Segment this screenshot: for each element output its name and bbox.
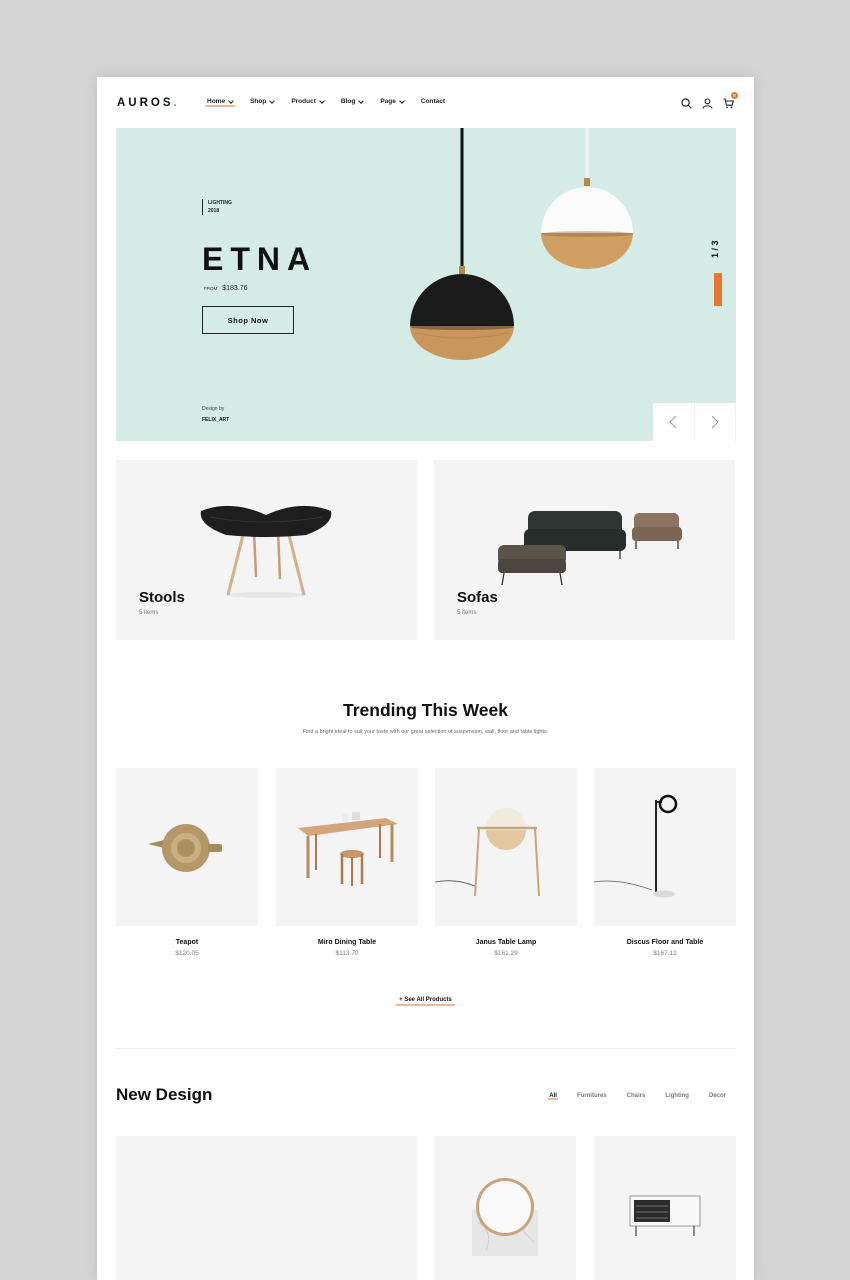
trending-title: Trending This Week <box>343 700 508 720</box>
table-lamp-image <box>435 808 540 897</box>
hero-category-year: 2018 <box>208 208 220 214</box>
product-name: Discus Floor and Table <box>626 939 704 946</box>
hero-slider: LIGHTING 2018 ETNA FROM $183.76 Shop Now … <box>116 128 736 441</box>
product-price: $120.05 <box>175 950 199 957</box>
floor-lamp-image <box>594 794 678 898</box>
nav-item-blog[interactable]: Blog <box>340 97 365 105</box>
dining-table-image <box>298 812 398 886</box>
category-name: Sofas <box>457 589 498 606</box>
chevron-down-icon <box>358 97 365 104</box>
teapot-image <box>148 824 222 872</box>
nav-item-contact[interactable]: Contact <box>421 98 445 105</box>
product-price: $161.29 <box>494 950 518 957</box>
nav-item-home[interactable]: Home <box>204 97 236 107</box>
nav-label: Contact <box>420 98 446 105</box>
user-icon[interactable] <box>702 96 713 109</box>
hero-credit: Design by FELIX_ART <box>202 404 229 426</box>
see-all-products: + See All Products <box>97 997 754 1006</box>
hero-title: ETNA <box>202 241 318 277</box>
chevron-down-icon <box>399 97 405 104</box>
hero-price-value: $183.76 <box>222 285 248 292</box>
product-name: Janus Table Lamp <box>475 939 537 946</box>
product-name: Miro Dining Table <box>317 939 377 946</box>
trending-subtitle: Find a bright ideal to suit your taste w… <box>302 729 549 735</box>
nav-item-shop[interactable]: Shop <box>250 97 276 105</box>
category-card-sofas[interactable]: Sofas 5 items <box>434 460 735 640</box>
product-card-miro-dining-table[interactable]: Miro Dining Table $113.70 <box>276 768 418 957</box>
new-design-title: New Design <box>116 1085 213 1104</box>
nav-label: Blog <box>340 98 356 105</box>
product-image <box>276 768 418 926</box>
filter-tab-all[interactable]: All <box>548 1093 558 1100</box>
nav-label: Page <box>380 98 396 105</box>
hero-price: FROM $183.76 <box>204 285 248 292</box>
shop-now-button[interactable]: Shop Now <box>202 306 294 334</box>
new-design-card-sideboard[interactable] <box>594 1136 736 1280</box>
hero-category: LIGHTING 2018 <box>202 199 232 215</box>
section-divider <box>116 1048 736 1049</box>
category-count: 5 items <box>457 610 477 616</box>
product-price: $113.70 <box>335 950 359 957</box>
nav-label: Product <box>291 98 316 105</box>
slide-progress-bar <box>714 273 722 306</box>
chevron-right-icon <box>711 415 719 429</box>
slide-counter: 1 / 3 <box>710 240 720 258</box>
chevron-left-icon <box>669 415 677 429</box>
hero-lamps-image <box>410 128 633 360</box>
category-count: 5 items <box>139 610 159 616</box>
chevron-down-icon <box>319 97 325 104</box>
see-all-products-link[interactable]: + See All Products <box>396 997 455 1006</box>
nav-label: Home <box>207 98 226 105</box>
category-name: Stools <box>139 589 185 606</box>
hero-price-from: FROM <box>204 286 218 291</box>
sideboard-image <box>629 1195 701 1236</box>
nav-item-product[interactable]: Product <box>291 97 325 105</box>
slider-arrows <box>653 403 736 441</box>
prev-slide-button[interactable] <box>653 403 695 441</box>
next-slide-button[interactable] <box>695 403 736 441</box>
product-image <box>116 768 258 926</box>
new-design-card-large[interactable] <box>116 1136 417 1280</box>
sofa-image <box>498 511 682 586</box>
cart-count-badge: 0 <box>731 92 738 99</box>
stool-image <box>200 505 332 598</box>
page: AUROS. Home Shop Product Blog Page Conta… <box>97 77 754 1280</box>
hero-category-name: LIGHTING <box>208 200 232 206</box>
product-image <box>435 768 577 926</box>
new-design-card-mirror[interactable] <box>434 1136 576 1280</box>
chevron-down-icon <box>269 97 276 104</box>
logo-dot: . <box>173 97 180 109</box>
chevron-down-icon <box>228 97 234 104</box>
product-card-discus-floor-table[interactable]: Discus Floor and Table $167.12 <box>594 768 736 957</box>
cart-icon[interactable]: 0 <box>723 92 738 109</box>
product-card-teapot[interactable]: Teapot $120.05 <box>116 768 258 957</box>
product-image <box>594 768 736 926</box>
filter-tab-lighting[interactable]: Lighting <box>665 1093 689 1099</box>
category-card-stools[interactable]: Stools 5 items <box>116 460 417 640</box>
search-icon[interactable] <box>681 96 692 109</box>
product-name: Teapot <box>175 939 199 946</box>
new-design-filter-tabs: All Furnitures Chairs Lighting Decor <box>529 1093 726 1100</box>
nav-label: Shop <box>250 98 267 105</box>
hero-credit-label: Design by <box>202 406 225 412</box>
logo[interactable]: AUROS. <box>117 97 180 109</box>
header-actions: 0 <box>681 92 738 109</box>
filter-tab-decor[interactable]: Decor <box>709 1093 726 1099</box>
product-price: $167.12 <box>653 950 677 957</box>
hero-credit-name: FELIX_ART <box>202 417 230 423</box>
nav-item-page[interactable]: Page <box>380 97 405 105</box>
main-nav: Home Shop Product Blog Page Contact <box>204 97 462 107</box>
logo-text: AUROS <box>117 97 174 109</box>
filter-tab-furnitures[interactable]: Furnitures <box>577 1093 607 1099</box>
site-header: AUROS. Home Shop Product Blog Page Conta… <box>97 77 754 128</box>
product-card-janus-table-lamp[interactable]: Janus Table Lamp $161.29 <box>435 768 577 957</box>
mirror-image <box>472 1178 538 1256</box>
filter-tab-chairs[interactable]: Chairs <box>627 1093 646 1099</box>
